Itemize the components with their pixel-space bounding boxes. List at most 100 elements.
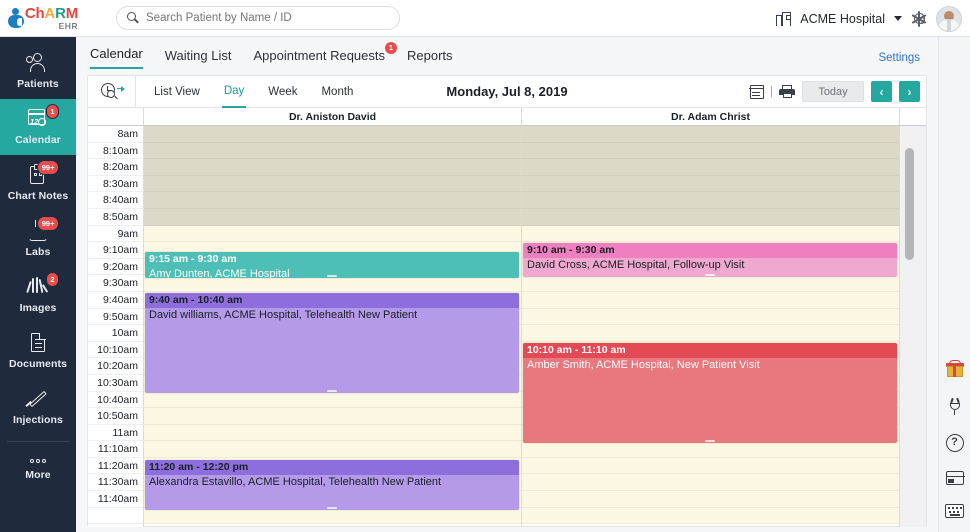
calendar-slot[interactable] (522, 126, 899, 143)
view-day[interactable]: Day (222, 76, 246, 108)
hospital-name[interactable]: ACME Hospital (800, 12, 885, 26)
calendar-slot[interactable] (144, 126, 521, 143)
calendar-slot[interactable] (522, 508, 899, 525)
sidebar-item-labs[interactable]: 99+ Labs (0, 211, 76, 267)
sidebar-item-label: Calendar (15, 134, 61, 146)
sidebar-item-documents[interactable]: Documents (0, 323, 76, 379)
plug-icon[interactable] (946, 397, 964, 415)
calendar-slot[interactable] (522, 491, 899, 508)
xray-hand-icon: 2 (26, 276, 50, 298)
view-switcher: List View Day Week Month (136, 76, 355, 108)
calendar-slot[interactable] (144, 176, 521, 193)
view-week[interactable]: Week (266, 76, 299, 108)
calendar-slot[interactable] (144, 508, 521, 525)
calendar-slot[interactable] (144, 441, 521, 458)
scrollbar-thumb[interactable] (905, 148, 914, 260)
gear-icon[interactable] (911, 11, 927, 27)
tab-calendar[interactable]: Calendar (90, 46, 143, 69)
today-button[interactable]: Today (802, 81, 864, 102)
calendar-scrollbar[interactable] (900, 126, 926, 527)
appointment-resize-handle[interactable] (327, 390, 337, 392)
calendar-slot[interactable] (144, 209, 521, 226)
appointment-block[interactable]: 10:10 am - 11:10 amAmber Smith, ACME Hos… (523, 343, 897, 443)
view-month[interactable]: Month (319, 76, 355, 108)
calendar-slot[interactable] (144, 159, 521, 176)
calendar-slot[interactable] (522, 209, 899, 226)
column-header-doctor[interactable]: Dr. Adam Christ (522, 108, 900, 125)
doctor-column-0[interactable]: 9:15 am - 9:30 amAmy Dunten, ACME Hospit… (144, 126, 522, 527)
calendar-slot[interactable] (522, 226, 899, 243)
appointment-block[interactable]: 9:40 am - 10:40 amDavid williams, ACME H… (145, 293, 519, 393)
appointment-time: 9:40 am - 10:40 am (145, 293, 519, 308)
calendar-slot[interactable] (522, 159, 899, 176)
sidebar-item-more[interactable]: More (0, 444, 76, 490)
next-day-button[interactable]: › (899, 81, 920, 102)
calendar-slot[interactable] (522, 192, 899, 209)
calendar-slot[interactable] (522, 325, 899, 342)
sidebar-item-injections[interactable]: Injections (0, 379, 76, 435)
view-label: Day (224, 85, 244, 97)
calendar-slot[interactable] (144, 408, 521, 425)
view-label: List View (154, 86, 200, 98)
sidebar-item-chart-notes[interactable]: 99+ Chart Notes (0, 155, 76, 211)
search-box[interactable] (116, 6, 400, 30)
calendar-slot[interactable] (144, 192, 521, 209)
search-input[interactable] (146, 12, 376, 24)
syringe-icon (26, 388, 50, 410)
tab-appointment-requests[interactable]: Appointment Requests 1 (253, 48, 385, 69)
appointment-time: 9:15 am - 9:30 am (145, 252, 519, 267)
calendar-slot[interactable] (144, 226, 521, 243)
sidebar-item-patients[interactable]: Patients (0, 43, 76, 99)
calendar-slot[interactable] (144, 425, 521, 442)
appointment-resize-handle[interactable] (705, 440, 715, 442)
prev-day-button[interactable]: ‹ (871, 81, 892, 102)
sidebar-item-calendar[interactable]: 12 1 Calendar (0, 99, 76, 155)
printer-icon[interactable] (779, 85, 795, 98)
appointment-block[interactable]: 9:10 am - 9:30 amDavid Cross, ACME Hospi… (523, 243, 897, 277)
time-label: 8:10am (88, 143, 143, 160)
calendar-card: List View Day Week Month Monday, Jul 8, … (87, 75, 927, 527)
app-logo[interactable]: ChARM EHR (0, 6, 78, 31)
sidebar-item-images[interactable]: 2 Images (0, 267, 76, 323)
appointment-resize-handle[interactable] (705, 274, 715, 276)
card-icon[interactable] (946, 471, 964, 485)
calendar-slot[interactable] (522, 458, 899, 475)
keyboard-icon[interactable] (945, 504, 964, 518)
calendar-slot[interactable] (522, 474, 899, 491)
avatar[interactable] (936, 6, 962, 32)
doctor-column-1[interactable]: 9:10 am - 9:30 amDavid Cross, ACME Hospi… (522, 126, 900, 527)
appointment-time: 11:20 am - 12:20 pm (145, 460, 519, 475)
calendar-slot[interactable] (522, 292, 899, 309)
logo-part-0: Ch (25, 5, 45, 22)
help-icon[interactable]: ? (946, 434, 964, 452)
calendar-icon: 12 1 (26, 108, 50, 130)
time-label: 11:10am (88, 441, 143, 458)
calendar-slot[interactable] (144, 392, 521, 409)
appointment-resize-handle[interactable] (327, 275, 337, 277)
calendar-slot[interactable] (522, 441, 899, 458)
calendar-slot[interactable] (522, 275, 899, 292)
mini-calendar-icon[interactable] (750, 85, 764, 99)
tab-label: Calendar (90, 46, 143, 61)
appointment-details: Amber Smith, ACME Hospital, New Patient … (523, 358, 897, 372)
toolbar-right-group: Today ‹ › (750, 81, 921, 102)
tab-label: Reports (407, 48, 453, 63)
calendar-slot[interactable] (144, 143, 521, 160)
appointment-resize-handle[interactable] (327, 507, 337, 509)
tab-reports[interactable]: Reports (407, 48, 453, 69)
chevron-down-icon[interactable] (894, 16, 902, 21)
tab-waiting-list[interactable]: Waiting List (165, 48, 232, 69)
appointment-block[interactable]: 9:15 am - 9:30 amAmy Dunten, ACME Hospit… (145, 252, 519, 278)
column-header-doctor[interactable]: Dr. Aniston David (144, 108, 522, 125)
clock-search-icon-cell[interactable] (88, 76, 136, 108)
time-label: 11:40am (88, 491, 143, 508)
appointment-block[interactable]: 11:20 am - 12:20 pmAlexandra Estavillo, … (145, 460, 519, 510)
calendar-slot[interactable] (522, 176, 899, 193)
gift-icon[interactable] (946, 360, 964, 378)
view-list[interactable]: List View (152, 76, 202, 108)
time-label: 9:30am (88, 275, 143, 292)
calendar-slot[interactable] (522, 309, 899, 326)
settings-link[interactable]: Settings (878, 52, 920, 64)
appointment-time: 10:10 am - 11:10 am (523, 343, 897, 358)
calendar-slot[interactable] (522, 143, 899, 160)
